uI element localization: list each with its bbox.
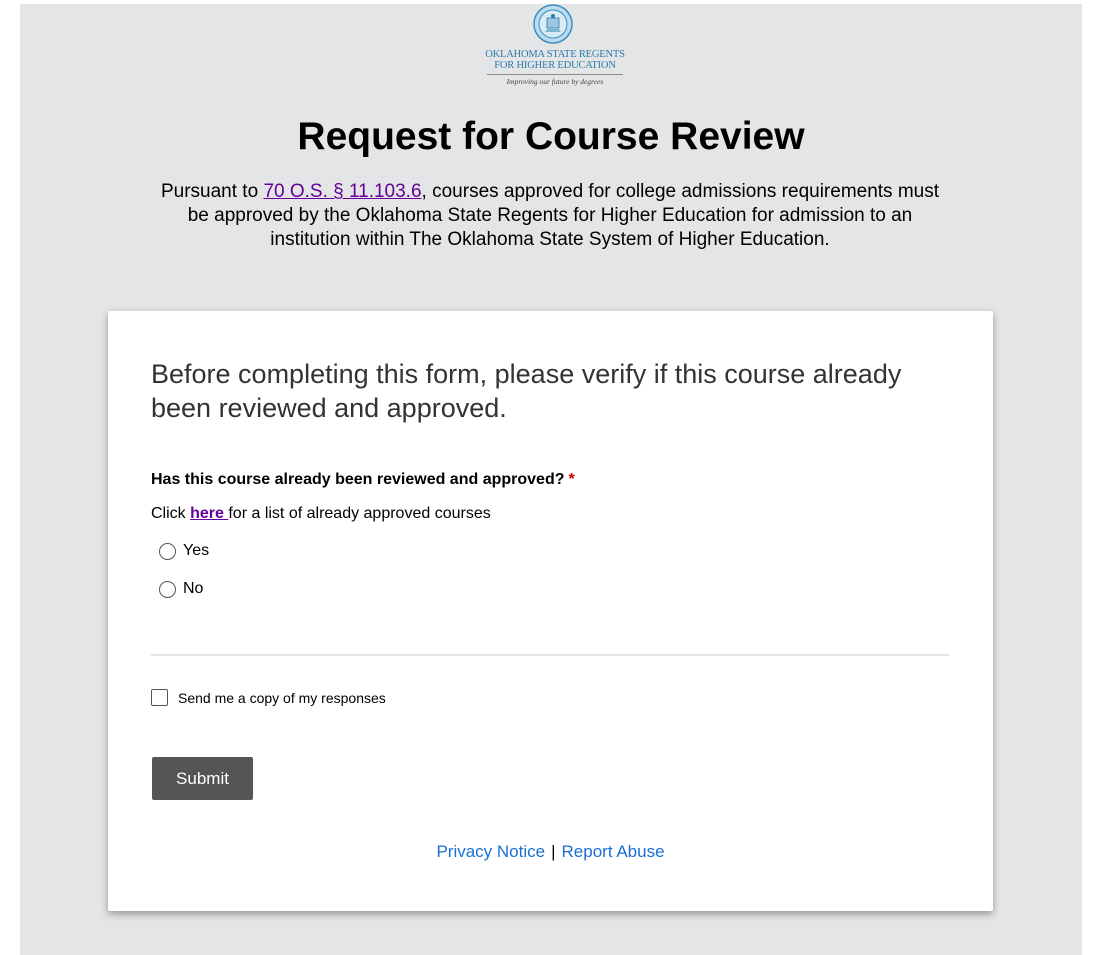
submit-button[interactable]: Submit: [152, 757, 253, 800]
intro-text-start: Pursuant to: [160, 181, 264, 202]
required-marker: *: [568, 471, 575, 488]
form-card: Before completing this form, please veri…: [108, 311, 993, 911]
page-title: Request for Course Review: [297, 115, 805, 158]
logo-text-line1: OKLAHOMA STATE REGENTS: [485, 49, 625, 60]
help-text-end: for a list of already approved courses: [228, 505, 491, 522]
privacy-notice-link[interactable]: Privacy Notice: [436, 842, 545, 861]
logo-divider: [487, 74, 623, 75]
footer-separator: |: [551, 842, 556, 861]
report-abuse-link[interactable]: Report Abuse: [562, 842, 665, 861]
state-seal-icon: [533, 4, 573, 44]
send-copy-checkbox[interactable]: [151, 689, 168, 706]
logo-tagline: Improving our future by degrees: [506, 77, 604, 86]
section-divider: [151, 654, 949, 656]
radio-yes-button[interactable]: [159, 542, 176, 560]
radio-option-yes[interactable]: Yes: [159, 542, 209, 560]
radio-no-label: No: [183, 580, 204, 597]
question-text: Has this course already been reviewed an…: [151, 471, 565, 488]
osrhe-logo: OKLAHOMA STATE REGENTS FOR HIGHER EDUCAT…: [465, 4, 645, 92]
radio-option-no[interactable]: No: [159, 580, 203, 598]
question-help-text: Click here for a list of already approve…: [151, 505, 491, 523]
radio-yes-label: Yes: [183, 542, 210, 559]
send-copy-option[interactable]: Send me a copy of my responses: [151, 689, 386, 706]
approved-courses-link[interactable]: here: [190, 505, 228, 522]
form-heading: Before completing this form, please veri…: [151, 359, 902, 423]
send-copy-label: Send me a copy of my responses: [178, 689, 386, 706]
radio-no-button[interactable]: [159, 580, 176, 598]
intro-text: Pursuant to 70 O.S. § 11.103.6, courses …: [150, 180, 950, 252]
statute-link[interactable]: 70 O.S. § 11.103.6: [263, 181, 421, 202]
logo-text-line2: FOR HIGHER EDUCATION: [494, 60, 616, 71]
footer-links: Privacy Notice | Report Abuse: [108, 842, 993, 862]
question-label: Has this course already been reviewed an…: [151, 471, 575, 489]
help-text-start: Click: [151, 505, 191, 522]
